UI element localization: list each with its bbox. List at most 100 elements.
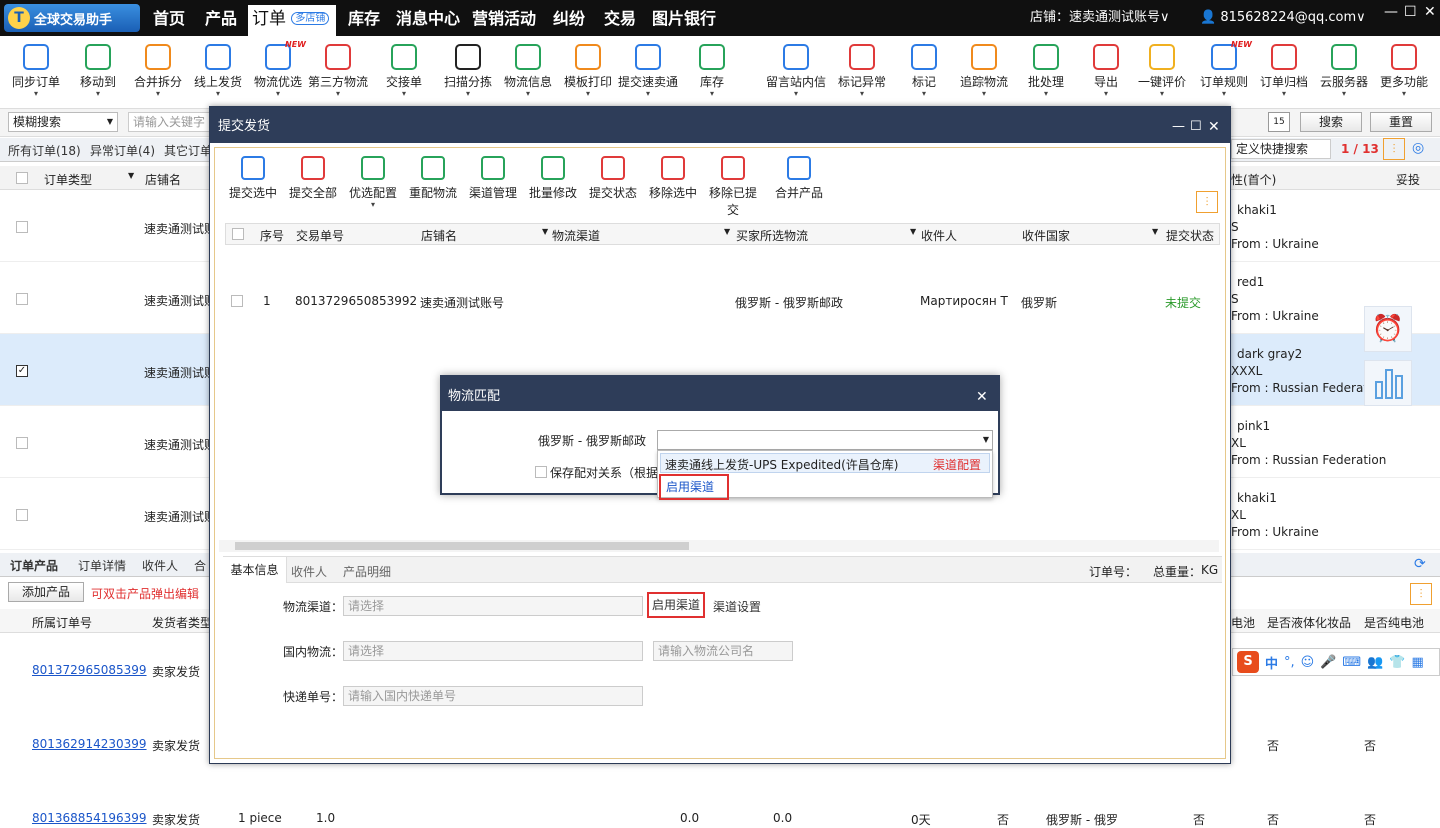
- toolbar-button-13[interactable]: 标记异常 ▾: [830, 44, 894, 98]
- toolbar-button-18[interactable]: 一键评价 ▾: [1130, 44, 1194, 98]
- toolbar-button-5[interactable]: 第三方物流 ▾: [306, 44, 370, 98]
- nav-home[interactable]: 首页: [153, 0, 185, 36]
- row-checkbox[interactable]: ✓: [16, 365, 28, 377]
- col-liquid-cosmetic[interactable]: 是否液体化妆品: [1267, 614, 1351, 631]
- shop-selector[interactable]: 店铺：速卖通测试账号∨: [1030, 0, 1170, 36]
- user-group-icon[interactable]: 👥: [1367, 655, 1383, 670]
- chevron-down-icon[interactable]: ▼: [1152, 227, 1158, 236]
- tab-recipient[interactable]: 收件人: [142, 557, 178, 574]
- select-all-checkbox[interactable]: [232, 228, 244, 240]
- column-settings-icon[interactable]: ⫶: [1196, 191, 1218, 213]
- dialog-tool-6[interactable]: 提交状态: [585, 156, 641, 201]
- chevron-down-icon[interactable]: ▾: [1192, 90, 1256, 98]
- nav-messages[interactable]: 消息中心: [396, 0, 460, 36]
- chevron-down-icon[interactable]: ▾: [345, 201, 401, 209]
- toolbar-button-3[interactable]: 线上发货 ▾: [186, 44, 250, 98]
- col-shipper-type[interactable]: 发货者类型: [152, 614, 212, 631]
- toolbar-button-11[interactable]: 库存 ▾: [680, 44, 744, 98]
- add-product-button[interactable]: 添加产品: [8, 582, 84, 602]
- grid-icon[interactable]: ▦: [1412, 655, 1424, 670]
- dialog-tool-1[interactable]: 提交全部: [285, 156, 341, 201]
- toolbar-button-7[interactable]: 扫描分拣 ▾: [436, 44, 500, 98]
- microphone-icon[interactable]: 🎤: [1320, 655, 1336, 670]
- chevron-down-icon[interactable]: ▾: [1074, 90, 1138, 98]
- chevron-down-icon[interactable]: ▾: [830, 90, 894, 98]
- chevron-down-icon[interactable]: ▾: [496, 90, 560, 98]
- chevron-down-icon[interactable]: ▼: [724, 227, 730, 236]
- quick-search-select[interactable]: 定义快捷搜索: [1231, 139, 1331, 159]
- sogou-logo-icon[interactable]: S: [1237, 651, 1259, 673]
- toolbar-button-21[interactable]: 云服务器 ▾: [1312, 44, 1376, 98]
- chevron-down-icon[interactable]: ▾: [892, 90, 956, 98]
- row-checkbox[interactable]: [231, 295, 243, 307]
- dialog-table-row[interactable]: 1 8013729650853992 速卖通测试账号 俄罗斯 - 俄罗斯邮政 М…: [225, 288, 1220, 318]
- col-battery[interactable]: 电池: [1231, 614, 1255, 631]
- col-order-id[interactable]: 所属订单号: [32, 614, 92, 631]
- toolbar-button-10[interactable]: 提交速卖通 ▾: [616, 44, 680, 98]
- minimize-icon[interactable]: —: [1172, 107, 1185, 147]
- enable-channel-link[interactable]: 启用渠道: [659, 474, 729, 500]
- toolbar-button-19[interactable]: NEW 订单规则 ▾: [1192, 40, 1256, 98]
- order-link[interactable]: 801372965085399: [32, 663, 147, 677]
- chevron-down-icon[interactable]: ▾: [246, 90, 310, 98]
- toolbar-button-9[interactable]: 模板打印 ▾: [556, 44, 620, 98]
- ime-punct[interactable]: °,: [1284, 655, 1295, 670]
- tab-more[interactable]: 合: [194, 557, 206, 574]
- tab-order-products[interactable]: 订单产品: [10, 557, 58, 574]
- calendar-icon[interactable]: 15: [1268, 112, 1290, 132]
- toolbar-button-2[interactable]: 合并拆分 ▾: [126, 44, 190, 98]
- app-logo[interactable]: T 全球交易助手: [4, 4, 140, 32]
- nav-product[interactable]: 产品: [205, 0, 237, 36]
- keyboard-icon[interactable]: ⌨: [1342, 655, 1361, 670]
- chevron-down-icon[interactable]: ▼: [910, 227, 916, 236]
- eye-icon[interactable]: ◎: [1412, 140, 1424, 156]
- chevron-down-icon[interactable]: ▾: [764, 90, 828, 98]
- toolbar-button-0[interactable]: 同步订单 ▾: [4, 44, 68, 98]
- col-delivered[interactable]: 妥投: [1396, 171, 1420, 188]
- domestic-select[interactable]: 请选择: [343, 641, 643, 661]
- chevron-down-icon[interactable]: ▼: [128, 171, 134, 180]
- dialog-tool-0[interactable]: 提交选中: [225, 156, 281, 201]
- alarm-clock-icon[interactable]: ⏰: [1364, 306, 1412, 352]
- col-pure-battery[interactable]: 是否纯电池: [1364, 614, 1424, 631]
- tab-all-orders[interactable]: 所有订单(18): [8, 142, 81, 159]
- horizontal-scrollbar[interactable]: [219, 540, 1219, 552]
- select-all-checkbox[interactable]: [16, 172, 28, 184]
- tab-product-detail[interactable]: 产品明细: [343, 563, 391, 580]
- toolbar-button-6[interactable]: 交接单 ▾: [372, 44, 436, 98]
- user-menu[interactable]: 👤 815628224@qq.com∨: [1200, 0, 1366, 36]
- tab-recipient[interactable]: 收件人: [291, 563, 327, 580]
- row-checkbox[interactable]: [16, 221, 28, 233]
- chevron-down-icon[interactable]: ▾: [1130, 90, 1194, 98]
- bar-chart-icon[interactable]: [1364, 360, 1412, 406]
- chevron-down-icon[interactable]: ▾: [372, 90, 436, 98]
- column-settings-icon[interactable]: ⫶: [1410, 583, 1432, 605]
- chevron-down-icon[interactable]: ▾: [66, 90, 130, 98]
- toolbar-button-22[interactable]: 更多功能 ▾: [1372, 44, 1436, 98]
- chevron-down-icon[interactable]: ▾: [1252, 90, 1316, 98]
- close-icon[interactable]: ✕: [1208, 107, 1220, 147]
- chevron-down-icon[interactable]: ▾: [556, 90, 620, 98]
- dialog-tool-3[interactable]: 重配物流: [405, 156, 461, 201]
- tracking-input[interactable]: 请输入国内快递单号: [343, 686, 643, 706]
- col-order-type[interactable]: 订单类型: [44, 171, 92, 188]
- row-checkbox[interactable]: [16, 509, 28, 521]
- order-link[interactable]: 801362914230399: [32, 737, 147, 751]
- col-attribute[interactable]: 性(首个): [1231, 171, 1276, 188]
- chevron-down-icon[interactable]: ▾: [436, 90, 500, 98]
- chevron-down-icon[interactable]: ▾: [616, 90, 680, 98]
- channel-settings-link[interactable]: 渠道设置: [713, 598, 761, 615]
- row-checkbox[interactable]: [16, 437, 28, 449]
- chevron-down-icon[interactable]: ▾: [1312, 90, 1376, 98]
- channel-option[interactable]: 速卖通线上发货-UPS Expedited(许昌仓库) 渠道配置: [660, 453, 990, 473]
- toolbar-button-20[interactable]: 订单归档 ▾: [1252, 44, 1316, 98]
- minimize-button[interactable]: —: [1384, 4, 1398, 20]
- toolbar-button-16[interactable]: 批处理 ▾: [1014, 44, 1078, 98]
- channel-config-link[interactable]: 渠道配置: [933, 456, 981, 473]
- chevron-down-icon[interactable]: ▾: [952, 90, 1016, 98]
- dialog-tool-2[interactable]: 优选配置 ▾: [345, 156, 401, 209]
- dialog-tool-7[interactable]: 移除选中: [645, 156, 701, 201]
- close-icon[interactable]: ✕: [976, 377, 988, 417]
- channel-select[interactable]: 请选择: [343, 596, 643, 616]
- col-shop[interactable]: 店铺名: [145, 171, 181, 188]
